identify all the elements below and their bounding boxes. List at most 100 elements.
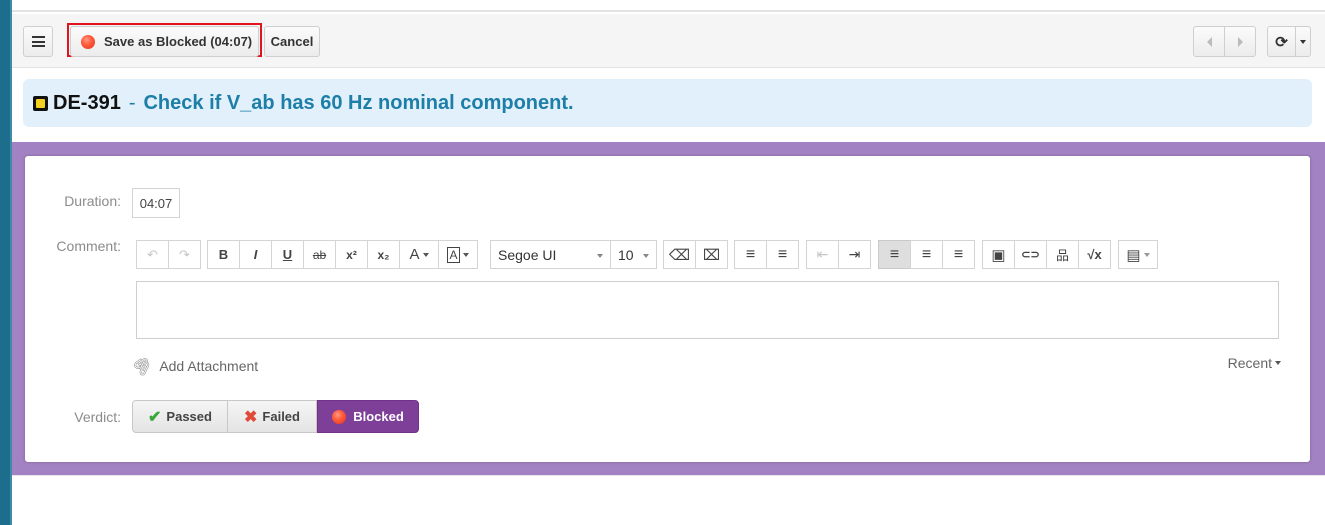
strikethrough-button[interactable]: ab — [303, 240, 336, 269]
save-button-label: Save as Blocked (04:07) — [104, 34, 253, 49]
hierarchy-icon: 品 — [1055, 248, 1069, 263]
verdict-blocked-button[interactable]: Blocked — [317, 400, 419, 433]
previous-button[interactable] — [1193, 26, 1225, 57]
outdent-button[interactable]: ⇤ — [806, 240, 839, 269]
undo-button[interactable]: ↶ — [136, 240, 169, 269]
triangle-right-icon — [1237, 36, 1243, 47]
verdict-passed-label: Passed — [166, 409, 212, 424]
chevron-down-icon — [462, 252, 469, 257]
italic-icon: I — [253, 247, 258, 262]
chevron-down-icon — [597, 254, 603, 258]
test-case-title-bar: DE-391 - Check if V_ab has 60 Hz nominal… — [23, 79, 1312, 127]
top-separator — [12, 0, 1325, 12]
unordered-list-button[interactable]: ≡ — [766, 240, 799, 269]
font-size-value: 10 — [618, 246, 634, 263]
verdict-label: Verdict: — [74, 409, 121, 425]
ordered-list-button[interactable]: ≡ — [734, 240, 767, 269]
paperclip-icon: 🖇 — [128, 353, 156, 380]
test-case-icon — [33, 95, 48, 111]
highlight-color-icon: A — [447, 246, 460, 263]
recent-dropdown[interactable]: Recent — [1228, 355, 1281, 371]
verdict-blocked-label: Blocked — [353, 409, 404, 424]
redo-icon: ↷ — [179, 246, 190, 262]
underline-icon: U — [282, 247, 293, 262]
bold-icon: B — [218, 247, 229, 262]
insert-link-button[interactable]: ⊂⊃ — [1014, 240, 1047, 269]
verdict-failed-label: Failed — [262, 409, 300, 424]
menu-button[interactable] — [23, 26, 53, 57]
align-left-icon: ≡ — [889, 245, 900, 263]
verdict-passed-button[interactable]: ✔ Passed — [132, 400, 228, 433]
add-attachment-link[interactable]: 🖇 Add Attachment — [129, 353, 259, 379]
font-family-value: Segoe UI — [498, 246, 557, 263]
comment-editor[interactable] — [136, 281, 1279, 339]
underline-button[interactable]: U — [271, 240, 304, 269]
test-case-id: DE-391 — [53, 91, 121, 114]
save-as-blocked-button[interactable]: Save as Blocked (04:07) — [70, 26, 259, 57]
execution-form-card: Duration: 04:07 Comment: ↶ ↷ B I U ab x²… — [25, 156, 1310, 462]
font-size-select[interactable]: 10 — [610, 240, 657, 269]
clear-format-button[interactable]: ⌧ — [695, 240, 728, 269]
insert-table-button[interactable]: ▤ — [1118, 240, 1158, 269]
insert-image-button[interactable]: ▣ — [982, 240, 1015, 269]
x-icon: ✖ — [244, 408, 258, 426]
chevron-down-icon — [422, 252, 429, 257]
recent-label: Recent — [1227, 355, 1272, 371]
refresh-dropdown-button[interactable] — [1295, 26, 1311, 57]
insert-formula-button[interactable]: √x — [1078, 240, 1111, 269]
formula-icon: √x — [1087, 247, 1102, 262]
font-family-select[interactable]: Segoe UI — [490, 240, 611, 269]
execution-panel: Duration: 04:07 Comment: ↶ ↷ B I U ab x²… — [12, 142, 1325, 475]
verdict-button-group: ✔ Passed ✖ Failed Blocked — [132, 400, 419, 433]
chevron-down-icon — [1300, 39, 1306, 44]
duration-label: Duration: — [64, 193, 121, 209]
highlight-color-button[interactable]: A — [438, 240, 478, 269]
align-right-icon: ≡ — [953, 245, 964, 263]
italic-button[interactable]: I — [239, 240, 272, 269]
subscript-icon: x₂ — [377, 247, 390, 262]
insert-hierarchy-button[interactable]: 品 — [1046, 240, 1079, 269]
eraser-button[interactable]: ⌫ — [663, 240, 696, 269]
superscript-button[interactable]: x² — [335, 240, 368, 269]
hamburger-icon — [31, 36, 45, 47]
clear-format-icon: ⌧ — [702, 246, 721, 264]
strikethrough-icon: ab — [312, 247, 327, 262]
indent-icon: ⇥ — [848, 246, 861, 262]
refresh-icon: ⟳ — [1275, 33, 1288, 51]
align-left-button[interactable]: ≡ — [878, 240, 911, 269]
superscript-icon: x² — [346, 247, 357, 262]
bottom-separator — [12, 475, 1325, 476]
align-right-button[interactable]: ≡ — [942, 240, 975, 269]
subscript-button[interactable]: x₂ — [367, 240, 400, 269]
test-case-title: Check if V_ab has 60 Hz nominal componen… — [143, 91, 574, 114]
title-separator: - — [128, 91, 136, 114]
top-toolbar: Save as Blocked (04:07) Cancel ⟳ — [12, 14, 1325, 68]
outdent-icon: ⇤ — [816, 246, 829, 262]
image-icon: ▣ — [991, 246, 1006, 264]
cancel-button-label: Cancel — [270, 34, 314, 49]
font-color-button[interactable]: A — [399, 240, 439, 269]
table-icon: ▤ — [1126, 246, 1141, 264]
unordered-list-icon: ≡ — [777, 245, 788, 263]
red-dot-icon — [81, 34, 95, 49]
left-edge-strip — [0, 0, 10, 525]
verdict-failed-button[interactable]: ✖ Failed — [228, 400, 317, 433]
cancel-button[interactable]: Cancel — [264, 26, 320, 57]
font-color-icon: A — [409, 246, 420, 263]
refresh-button[interactable]: ⟳ — [1267, 26, 1296, 57]
duration-field[interactable]: 04:07 — [132, 188, 180, 218]
eraser-icon: ⌫ — [668, 246, 691, 264]
redo-button[interactable]: ↷ — [168, 240, 201, 269]
bold-button[interactable]: B — [207, 240, 240, 269]
chevron-down-icon — [1143, 252, 1150, 257]
indent-button[interactable]: ⇥ — [838, 240, 871, 269]
triangle-left-icon — [1206, 36, 1212, 47]
link-icon: ⊂⊃ — [1021, 249, 1040, 261]
align-center-icon: ≡ — [921, 245, 932, 263]
align-center-button[interactable]: ≡ — [910, 240, 943, 269]
next-button[interactable] — [1224, 26, 1256, 57]
undo-icon: ↶ — [147, 246, 158, 262]
comment-label: Comment: — [56, 238, 121, 254]
chevron-down-icon — [1275, 361, 1281, 365]
app-container: Save as Blocked (04:07) Cancel ⟳ DE-391 … — [12, 0, 1325, 525]
